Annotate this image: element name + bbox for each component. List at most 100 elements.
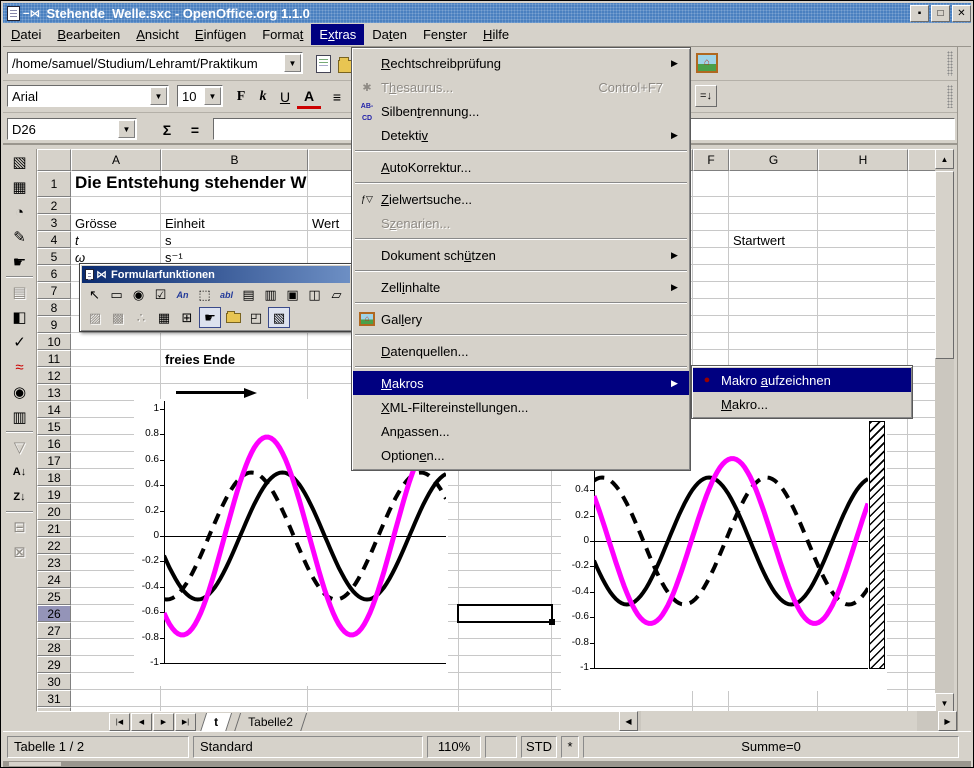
vertical-scroll-thumb[interactable] [935,171,954,359]
fill-handle[interactable] [549,619,555,625]
row-header-21[interactable]: 21 [37,520,71,537]
menu-item-makros[interactable]: Makros▶ [353,371,689,395]
column-header-B[interactable]: B [161,149,308,171]
group-box-icon[interactable]: ⬚ [194,284,215,305]
horizontal-scroll-thumb[interactable] [641,711,917,731]
row-header-11[interactable]: 11 [37,350,71,367]
row-header-19[interactable]: 19 [37,486,71,503]
column-header-G[interactable]: G [729,149,818,171]
scroll-left-icon[interactable]: ◀ [619,711,638,731]
status-zoom[interactable]: 110% [427,736,481,758]
push-button-icon[interactable]: ▭ [106,284,127,305]
prev-sheet-icon[interactable]: ◀ [131,713,152,731]
select-all-corner[interactable] [37,149,71,171]
show-draw-functions-icon[interactable]: ✎ [6,225,34,249]
menubar-item-fenster[interactable]: Fenster [415,24,475,45]
menubar-item-ansicht[interactable]: Ansicht [128,24,187,45]
toolbar-grip[interactable] [947,85,953,108]
control-properties-icon[interactable]: ◰ [245,307,267,328]
row-header-22[interactable]: 22 [37,537,71,554]
row-header-5[interactable]: 5 [37,248,71,265]
column-header-partial[interactable] [908,149,936,171]
option-button-icon[interactable]: ◉ [128,284,149,305]
row-header-12[interactable]: 12 [37,367,71,384]
row-header-6[interactable]: 6 [37,265,71,282]
menu-item-optionen[interactable]: Optionen... [353,443,689,467]
row-header-26[interactable]: 26 [37,605,71,622]
vertical-scrollbar[interactable]: ▲ ▼ [935,149,954,713]
row-header-20[interactable]: 20 [37,503,71,520]
function-button[interactable]: = [183,118,207,142]
cell-reference-box[interactable]: D26 ▼ [7,118,137,140]
row-header-2[interactable]: 2 [37,197,71,214]
menu-item-szenarien[interactable]: Szenarien... [353,211,689,235]
url-dropdown-icon[interactable]: ▼ [284,54,301,72]
menu-item-anpassen[interactable]: Anpassen... [353,419,689,443]
design-mode-icon[interactable]: ▧ [268,307,290,328]
menu-item-xml-filtereinstellungen[interactable]: XML-Filtereinstellungen... [353,395,689,419]
select-icon[interactable]: ↖ [84,284,105,305]
image-control-icon[interactable]: ◫ [304,284,325,305]
menu-item-datenquellen[interactable]: Datenquellen... [353,339,689,363]
row-header-14[interactable]: 14 [37,401,71,418]
sort-toolbar-button[interactable]: =↓ [695,85,717,107]
row-header-3[interactable]: 3 [37,214,71,231]
row-header-23[interactable]: 23 [37,554,71,571]
scroll-right-icon[interactable]: ▶ [938,711,957,731]
image-button-icon[interactable]: ▣ [282,284,303,305]
menubar-item-extras[interactable]: Extras [311,24,364,45]
bold-button[interactable]: F [229,85,253,109]
status-page-style[interactable]: Standard [193,736,423,758]
horizontal-scrollbar[interactable]: ◀ ▶ [619,711,957,731]
row-header-25[interactable]: 25 [37,588,71,605]
row-header-24[interactable]: 24 [37,571,71,588]
column-header-F[interactable]: F [693,149,729,171]
check-box-icon[interactable]: ☑ [150,284,171,305]
submenu-item-makro-aufzeichnen[interactable]: ●Makro aufzeichnen [693,368,911,392]
first-sheet-icon[interactable]: |◀ [109,713,130,731]
font-size-combo[interactable]: 10 ▼ [177,85,223,107]
menubar-item-hilfe[interactable]: Hilfe [475,24,517,45]
status-sum[interactable]: Summe=0 [583,736,959,758]
menu-item-zielwertsuche[interactable]: ƒ▽Zielwertsuche... [353,187,689,211]
font-name-combo[interactable]: Arial ▼ [7,85,169,107]
maximize-button[interactable]: □ [931,5,950,22]
status-selection-mode[interactable]: STD [521,736,557,758]
minimize-button[interactable]: ▪ [910,5,929,22]
menubar-item-einfügen[interactable]: Einfügen [187,24,254,45]
data-sources-icon[interactable]: ▥ [6,405,34,429]
menubar-item-format[interactable]: Format [254,24,311,45]
cell-reference-dropdown-icon[interactable]: ▼ [118,120,135,138]
more-controls-icon[interactable]: ⊞ [176,307,198,328]
submenu-item-makro[interactable]: Makro... [693,392,911,416]
menubar-item-daten[interactable]: Daten [364,24,415,45]
new-document-button[interactable] [311,52,335,76]
label-field-icon[interactable]: An [172,284,193,305]
insert-icon[interactable]: ▧ [6,150,34,174]
row-header-29[interactable]: 29 [37,656,71,673]
row-header-9[interactable]: 9 [37,316,71,333]
file-selection-icon[interactable]: ▱ [326,284,347,305]
next-sheet-icon[interactable]: ▶ [153,713,174,731]
status-insert-mode[interactable] [485,736,517,758]
column-header-H[interactable]: H [818,149,908,171]
underline-button[interactable]: U [273,85,297,109]
row-header-8[interactable]: 8 [37,299,71,316]
close-button[interactable]: ✕ [952,5,971,22]
scroll-down-icon[interactable]: ▼ [935,693,954,713]
row-header-31[interactable]: 31 [37,690,71,707]
combo-box-icon[interactable]: ▥ [260,284,281,305]
gallery-button[interactable]: ⌂ [695,51,719,75]
text-field-icon[interactable]: abl [216,284,237,305]
url-combo[interactable]: /home/samuel/Studium/Lehramt/Praktikum ▼ [7,52,303,74]
font-name-dropdown-icon[interactable]: ▼ [150,87,167,105]
menu-item-detektiv[interactable]: Detektiv▶ [353,123,689,147]
last-sheet-icon[interactable]: ▶| [175,713,196,731]
menubar-item-datei[interactable]: Datei [3,24,49,45]
insert-chart-icon[interactable]: ◔ [6,200,34,224]
table-control-icon[interactable]: ▦ [153,307,175,328]
row-header-17[interactable]: 17 [37,452,71,469]
font-size-dropdown-icon[interactable]: ▼ [204,87,221,105]
row-header-15[interactable]: 15 [37,418,71,435]
menu-item-autokorrektur[interactable]: AutoKorrektur... [353,155,689,179]
